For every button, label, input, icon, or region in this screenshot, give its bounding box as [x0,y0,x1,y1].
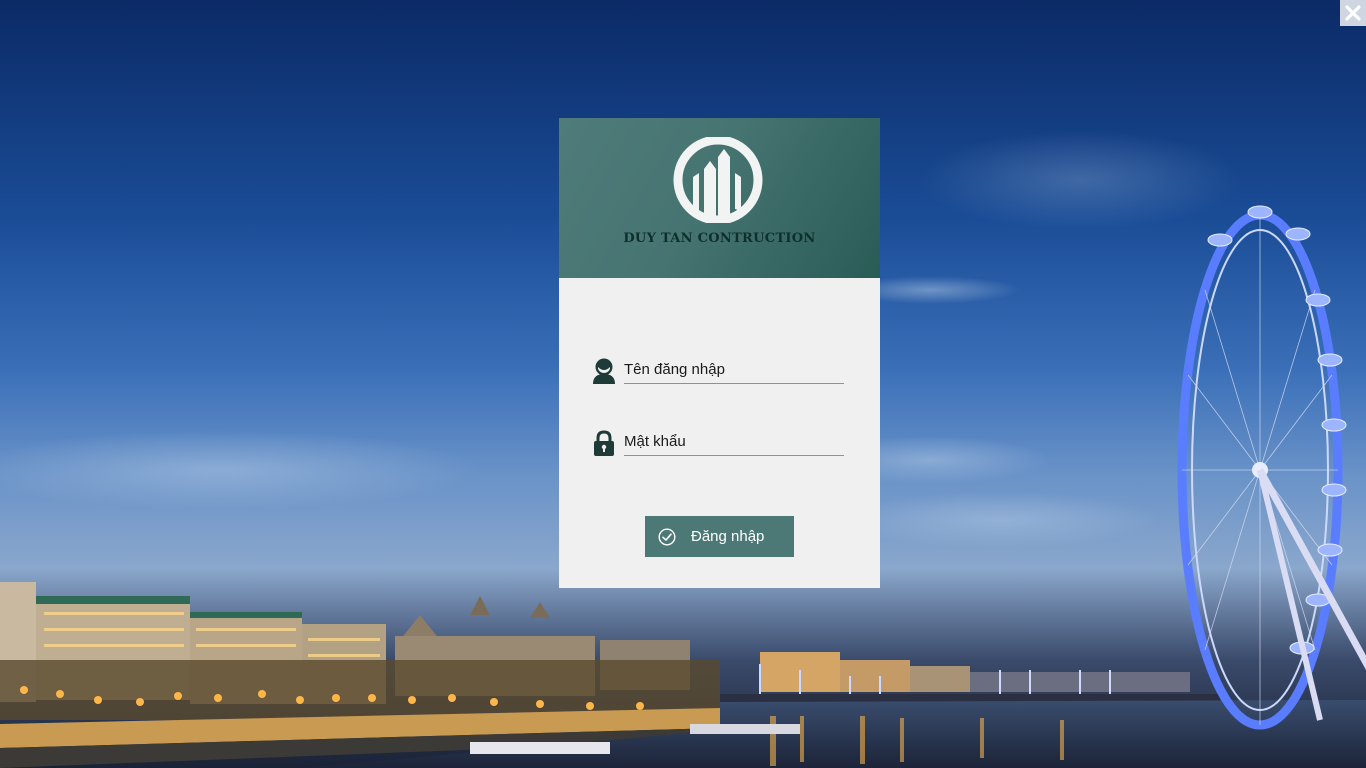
check-circle-icon [658,528,676,546]
lock-icon [594,430,614,456]
username-field [592,356,844,386]
login-card: DUY TAN CONTRUCTION Tên đăng nhập Đăng n… [559,118,880,588]
company-name: DUY TAN CONTRUCTION [623,231,816,246]
login-button[interactable]: Đăng nhập [645,516,794,557]
close-button[interactable] [1340,0,1366,26]
login-screen: DUY TAN CONTRUCTION Tên đăng nhập Đăng n… [0,0,1366,768]
password-field [592,428,844,458]
building-logo-icon [673,137,763,223]
user-icon [593,358,615,384]
password-input[interactable] [624,428,844,456]
close-icon [1345,5,1361,21]
login-button-label: Đăng nhập [691,528,765,545]
username-input[interactable] [624,356,844,384]
brand-header: DUY TAN CONTRUCTION [559,118,880,278]
